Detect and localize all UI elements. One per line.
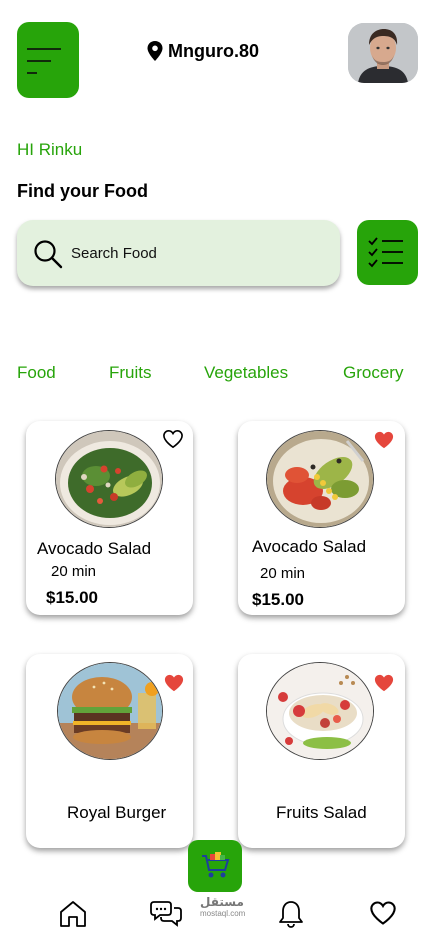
menu-icon-line — [27, 48, 61, 50]
search-icon — [34, 240, 63, 269]
food-image-avocado-salad — [266, 430, 374, 528]
watermark-url: mostaql.com — [200, 909, 246, 918]
food-card[interactable]: Avocado Salad 20 min $15.00 — [238, 421, 405, 615]
food-card[interactable]: Fruits Salad — [238, 654, 405, 848]
food-image-royal-burger — [57, 662, 163, 760]
menu-icon-line — [27, 60, 51, 62]
food-name: Fruits Salad — [276, 803, 367, 822]
page-title: Find your Food — [17, 181, 148, 201]
shopping-cart-icon — [202, 852, 230, 878]
favorite-icon[interactable] — [162, 429, 184, 449]
menu-icon-line — [27, 72, 37, 74]
watermark: مستقل mostaql.com — [200, 893, 245, 918]
greeting: HI Rinku — [17, 140, 83, 159]
watermark-text: مستقل — [200, 895, 244, 909]
food-price: $15.00 — [252, 590, 304, 609]
food-price: $15.00 — [46, 588, 98, 607]
cook-time: 20 min — [260, 565, 306, 582]
category-tab-fruits[interactable]: Fruits — [109, 363, 152, 383]
search-input[interactable] — [71, 242, 321, 264]
heart-icon[interactable] — [369, 900, 397, 926]
food-card[interactable]: Royal Burger — [26, 654, 193, 848]
favorite-icon[interactable] — [163, 673, 185, 693]
menu-button[interactable] — [17, 22, 79, 98]
category-tab-food[interactable]: Food — [17, 363, 56, 383]
location[interactable]: Mnguro.80 — [146, 40, 259, 62]
bell-icon[interactable] — [278, 900, 304, 928]
food-image-avocado-salad — [55, 430, 163, 528]
food-name: Avocado Salad — [252, 537, 367, 556]
favorite-icon[interactable] — [373, 673, 395, 693]
category-tab-grocery[interactable]: Grocery — [343, 363, 403, 383]
avatar[interactable] — [348, 23, 418, 83]
checklist-icon — [368, 237, 403, 268]
cart-button[interactable] — [188, 840, 242, 892]
food-name: Avocado Salad — [37, 539, 152, 558]
location-label: Mnguro.80 — [168, 40, 260, 61]
favorite-icon[interactable] — [373, 430, 395, 450]
chat-icon[interactable] — [150, 900, 182, 927]
search-bar[interactable] — [17, 220, 340, 286]
category-tab-vegetables[interactable]: Vegetables — [204, 363, 288, 383]
food-image-fruits-salad — [266, 662, 374, 760]
cook-time: 20 min — [51, 563, 97, 580]
filter-button[interactable] — [357, 220, 418, 285]
food-name: Royal Burger — [67, 803, 167, 822]
location-pin-icon — [147, 41, 163, 61]
food-card[interactable]: Avocado Salad 20 min $15.00 — [26, 421, 193, 615]
home-icon[interactable] — [59, 900, 87, 927]
